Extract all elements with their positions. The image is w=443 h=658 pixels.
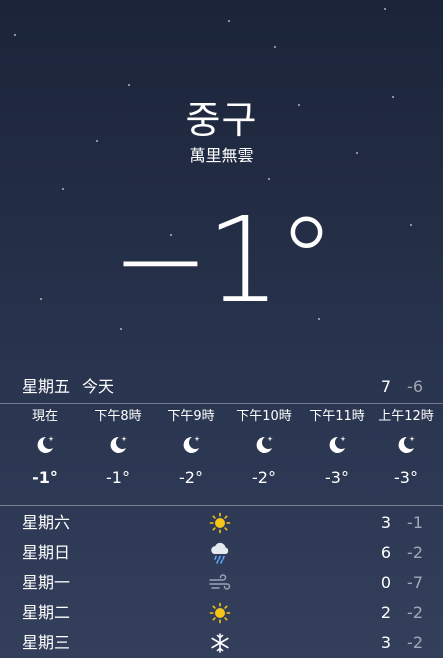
daily-day-name: 星期日: [22, 543, 71, 562]
moon-star-icon: [300, 430, 374, 460]
today-high: 7: [380, 377, 391, 396]
daily-high: 6: [380, 543, 391, 562]
daily-forecast[interactable]: 星期六 3 -1 星期日 6 -2 星期一 0 -7 星期二 2 -2 星期三: [0, 508, 443, 658]
hourly-item: 下午10時 -2°: [227, 404, 301, 496]
sun-icon: [208, 511, 232, 535]
daily-low: -1: [407, 513, 423, 532]
daily-row: 星期日 6 -2: [0, 538, 443, 568]
sun-icon: [208, 601, 232, 625]
hour-time: 下午9時: [167, 409, 215, 424]
rain-cloud-icon: [208, 541, 232, 565]
daily-day-name: 星期二: [22, 603, 71, 622]
city-name: 중구: [185, 98, 258, 142]
today-low: -6: [407, 377, 423, 396]
moon-star-icon: [227, 430, 301, 460]
hour-temp: -1°: [32, 468, 58, 487]
hour-temp: -1°: [106, 468, 130, 487]
daily-row: 星期三 3 -2: [0, 628, 443, 658]
hour-temp: -3°: [325, 468, 349, 487]
hourly-item: 下午11時 -3°: [300, 404, 374, 496]
moon-star-icon: [8, 430, 82, 460]
daily-day-name: 星期三: [22, 633, 71, 652]
wind-icon: [208, 571, 232, 595]
daily-row: 星期二 2 -2: [0, 598, 443, 628]
hour-time: 現在: [31, 409, 58, 424]
daily-row: 星期一 0 -7: [0, 568, 443, 598]
hourly-forecast[interactable]: 現在 -1° 下午8時 -1° 下午9時 -2° 下午10時 -2° 下午11時…: [0, 404, 443, 504]
moon-star-icon: [369, 430, 443, 460]
hour-temp: -3°: [394, 468, 418, 487]
today-day-name: 星期五: [22, 377, 71, 396]
daily-low: -2: [407, 633, 423, 652]
moon-star-icon: [154, 430, 228, 460]
moon-star-icon: [81, 430, 155, 460]
daily-high: 0: [380, 573, 391, 592]
location-header: 중구 萬里無雲: [0, 96, 443, 166]
daily-day-name: 星期六: [22, 513, 71, 532]
hour-time: 下午10時: [236, 409, 292, 424]
daily-high: 3: [380, 633, 391, 652]
hour-temp: -2°: [252, 468, 276, 487]
hour-temp: -2°: [179, 468, 203, 487]
current-temperature: −1°: [111, 191, 336, 329]
today-label: 今天: [82, 377, 115, 396]
hour-time: 下午11時: [309, 409, 365, 424]
divider: [0, 505, 443, 506]
daily-high: 3: [380, 513, 391, 532]
hourly-item: 現在 -1°: [8, 404, 82, 496]
daily-high: 2: [380, 603, 391, 622]
hourly-item: 上午12時 -3°: [369, 404, 443, 496]
hourly-item: 下午8時 -1°: [81, 404, 155, 496]
snowflake-icon: [208, 631, 232, 655]
daily-low: -7: [407, 573, 423, 592]
daily-low: -2: [407, 543, 423, 562]
daily-low: -2: [407, 603, 423, 622]
weather-condition: 萬里無雲: [189, 146, 254, 165]
daily-row: 星期六 3 -1: [0, 508, 443, 538]
hour-time: 上午12時: [378, 409, 434, 424]
daily-day-name: 星期一: [22, 573, 71, 592]
hourly-item: 下午9時 -2°: [154, 404, 228, 496]
hour-time: 下午8時: [94, 409, 142, 424]
today-summary-row: 星期五 今天 7 -6: [0, 374, 443, 400]
